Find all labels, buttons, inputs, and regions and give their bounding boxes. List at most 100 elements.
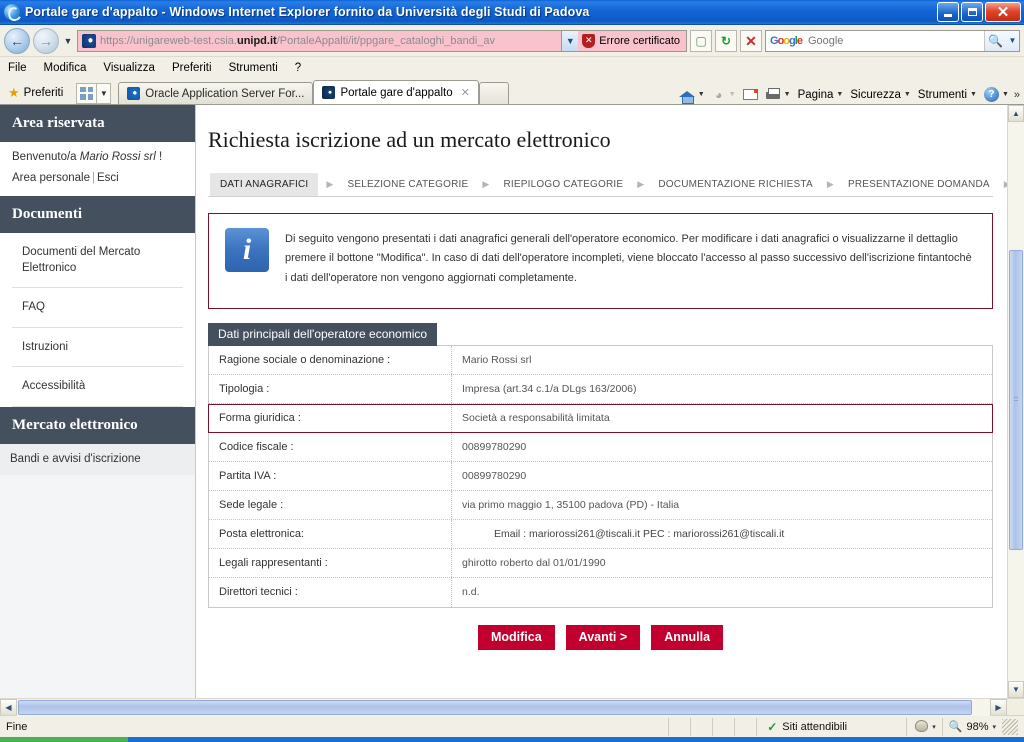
tab-strip: Oracle Application Server For... Portale…: [118, 77, 509, 104]
sidebar-item-bandi-e-avvisi-discrizione[interactable]: Bandi e avvisi d'iscrizione: [0, 443, 195, 476]
scroll-up-button[interactable]: ▲: [1008, 105, 1024, 122]
help-menu-button[interactable]: ? ▼: [982, 87, 1011, 102]
site-page-icon: [322, 86, 336, 99]
forward-button[interactable]: →: [33, 27, 59, 54]
address-dropdown-caret-icon[interactable]: ▼: [561, 30, 579, 51]
refresh-button[interactable]: ↻: [715, 29, 737, 52]
welcome-prefix: Benvenuto/a: [12, 151, 80, 163]
overflow-chevron-icon[interactable]: »: [1014, 89, 1020, 101]
menu-file[interactable]: File: [8, 62, 27, 74]
table-row: Codice fiscale : 00899780290: [209, 432, 992, 462]
address-url-text: https://unigareweb-test.csia.unipd.it/Po…: [100, 34, 496, 47]
tools-menu-button[interactable]: Strumenti ▼: [916, 89, 979, 101]
menu-visualizza[interactable]: Visualizza: [103, 62, 155, 74]
tab-portale-gare-dappalto[interactable]: Portale gare d'appalto ✕: [313, 80, 479, 104]
tab-close-icon[interactable]: ✕: [461, 86, 470, 99]
security-zone-indicator[interactable]: ✓ Siti attendibili: [756, 717, 906, 736]
tab-oracle-application-server[interactable]: Oracle Application Server For...: [118, 82, 314, 104]
new-tab-button[interactable]: [478, 82, 509, 104]
scroll-right-button[interactable]: ▶: [990, 698, 1007, 716]
horizontal-scroll-track[interactable]: [17, 698, 990, 716]
table-row: Tipologia : Impresa (art.34 c.1/a DLgs 1…: [209, 374, 992, 404]
stop-button[interactable]: ✕: [740, 29, 762, 52]
scroll-left-button[interactable]: ◀: [0, 698, 17, 716]
sidebar-item-documenti-mercato-elettronico[interactable]: Documenti del Mercato Elettronico: [12, 233, 183, 289]
safety-menu-button[interactable]: Sicurezza ▼: [848, 89, 912, 101]
chevron-down-icon[interactable]: ▼: [904, 91, 911, 98]
chevron-down-icon[interactable]: ▼: [1002, 91, 1009, 98]
feeds-button[interactable]: ◕ ▼: [710, 88, 738, 102]
compatibility-view-button[interactable]: ▢: [690, 29, 712, 52]
scroll-down-button[interactable]: ▼: [1008, 681, 1024, 698]
sidebar-link-area-personale[interactable]: Area personale: [12, 172, 90, 184]
sidebar-item-faq[interactable]: FAQ: [12, 288, 183, 328]
step-documentazione-richiesta[interactable]: DOCUMENTAZIONE RICHIESTA: [652, 173, 818, 196]
browser-window: Portale gare d'appalto - Windows Interne…: [0, 0, 1024, 742]
quick-tabs-icon[interactable]: [76, 82, 98, 104]
back-button[interactable]: ←: [4, 27, 30, 54]
vertical-scrollbar[interactable]: ▲ ▼: [1007, 105, 1024, 698]
menu-help[interactable]: ?: [295, 62, 301, 74]
row-value: 00899780290: [462, 440, 527, 453]
horizontal-scrollbar[interactable]: ◀ ▶: [0, 698, 1024, 716]
step-presentazione-domanda[interactable]: PRESENTAZIONE DOMANDA: [842, 173, 996, 196]
horizontal-scroll-thumb[interactable]: [18, 699, 972, 715]
chevron-down-icon[interactable]: ▼: [698, 91, 705, 98]
taskbar-area: [128, 737, 1024, 742]
chevron-down-icon[interactable]: ▼: [729, 91, 736, 98]
maximize-button[interactable]: [961, 2, 983, 22]
modifica-button[interactable]: Modifica: [477, 624, 555, 650]
avanti-button[interactable]: Avanti >: [565, 624, 641, 650]
menu-preferiti[interactable]: Preferiti: [172, 62, 212, 74]
address-bar[interactable]: https://unigareweb-test.csia.unipd.it/Po…: [77, 29, 687, 52]
tab-list-caret-icon[interactable]: ▼: [97, 82, 112, 104]
home-button[interactable]: ▼: [677, 87, 707, 104]
vertical-scroll-thumb[interactable]: [1009, 250, 1023, 550]
row-value: via primo maggio 1, 35100 padova (PD) - …: [462, 498, 680, 511]
menu-modifica[interactable]: Modifica: [44, 62, 87, 74]
address-input[interactable]: https://unigareweb-test.csia.unipd.it/Po…: [78, 30, 562, 51]
annulla-button[interactable]: Annulla: [651, 624, 724, 650]
favorites-button[interactable]: ★ Preferiti: [6, 81, 70, 104]
chevron-down-icon[interactable]: ▼: [970, 91, 977, 98]
sidebar-item-istruzioni[interactable]: Istruzioni: [12, 328, 183, 368]
mail-button[interactable]: [741, 89, 760, 100]
vertical-scroll-track[interactable]: [1008, 122, 1024, 681]
recent-pages-caret-icon[interactable]: ▼: [62, 36, 74, 46]
sidebar-link-esci[interactable]: Esci: [97, 172, 119, 184]
tab-label: Portale gare d'appalto: [340, 86, 453, 99]
link-separator: |: [92, 172, 95, 184]
close-button[interactable]: ✕: [985, 2, 1021, 22]
search-input[interactable]: [805, 33, 984, 48]
maximize-icon: [967, 8, 977, 16]
step-selezione-categorie[interactable]: SELEZIONE CATEGORIE: [342, 173, 475, 196]
chevron-down-icon[interactable]: ▾: [932, 723, 936, 731]
search-box[interactable]: Google 🔍 ▼: [765, 29, 1020, 52]
certificate-error-badge[interactable]: Errore certificato: [578, 30, 686, 51]
row-value: n.d.: [462, 586, 480, 599]
menu-strumenti[interactable]: Strumenti: [229, 62, 278, 74]
chevron-down-icon[interactable]: ▾: [992, 723, 996, 731]
step-arrow-icon: ▶: [826, 179, 834, 189]
search-provider-caret-icon[interactable]: ▼: [1006, 30, 1019, 51]
status-bar: Fine ✓ Siti attendibili ▾ 🔍 98% ▾: [0, 715, 1024, 737]
resize-grip-icon[interactable]: [1002, 718, 1018, 735]
protected-mode-indicator[interactable]: ▾: [906, 717, 942, 736]
step-dati-anagrafici[interactable]: DATI ANAGRAFICI: [210, 173, 319, 196]
tab-label: Oracle Application Server For...: [145, 87, 305, 100]
sidebar-item-accessibilita[interactable]: Accessibilità: [12, 367, 183, 407]
row-label: Partita IVA :: [209, 461, 452, 490]
search-icon[interactable]: 🔍: [984, 30, 1006, 51]
page-menu-button[interactable]: Pagina ▼: [796, 89, 846, 101]
step-riepilogo-categorie[interactable]: RIEPILOGO CATEGORIE: [498, 173, 630, 196]
print-button[interactable]: ▼: [763, 88, 793, 101]
star-icon: ★: [8, 84, 20, 100]
row-label: Legali rappresentanti :: [209, 548, 452, 577]
tools-menu-label: Strumenti: [917, 88, 967, 101]
welcome-username: Mario Rossi srl: [79, 151, 156, 163]
welcome-suffix: !: [155, 151, 163, 163]
chevron-down-icon[interactable]: ▼: [836, 91, 843, 98]
zoom-control[interactable]: 🔍 98% ▾: [941, 717, 1024, 736]
chevron-down-icon[interactable]: ▼: [784, 91, 791, 98]
minimize-button[interactable]: [937, 2, 959, 22]
